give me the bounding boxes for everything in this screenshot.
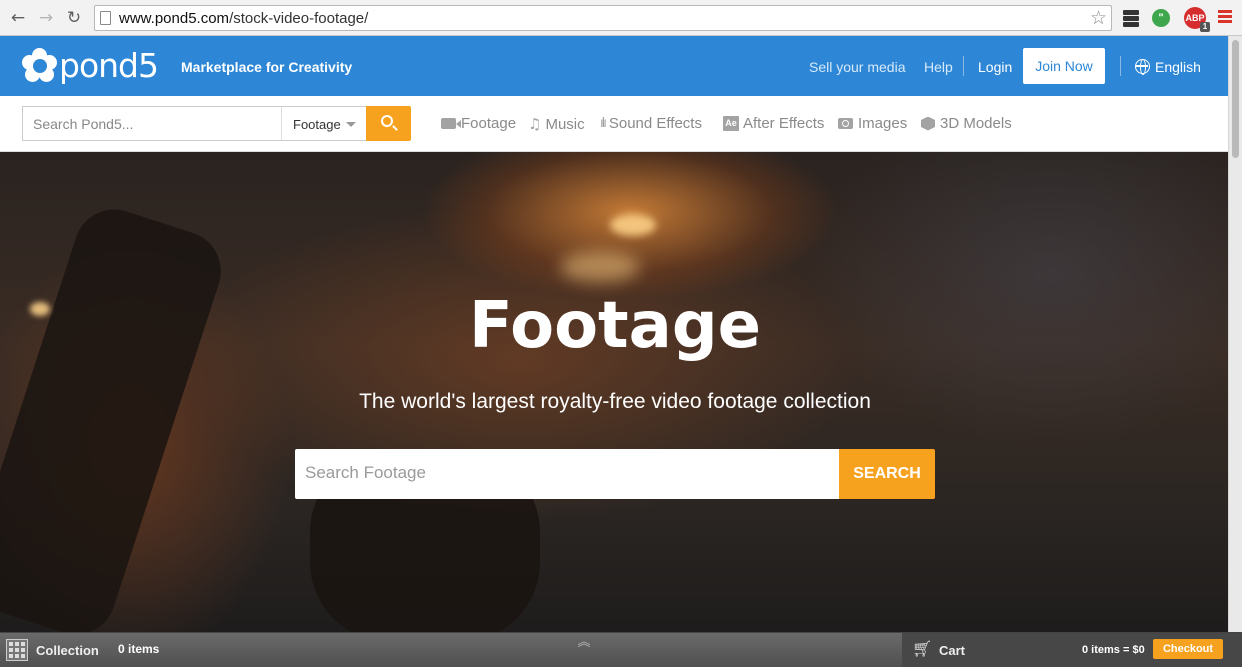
sell-your-media-link[interactable]: Sell your media xyxy=(809,59,906,75)
back-button[interactable]: ← xyxy=(8,8,28,28)
category-nav: Search Pond5... Footage Footage ♫ Music … xyxy=(0,96,1228,152)
site-search: Search Pond5... Footage xyxy=(22,106,368,141)
header-divider xyxy=(963,56,964,76)
cube-icon xyxy=(921,116,935,131)
hero-subtitle: The world's largest royalty-free video f… xyxy=(359,390,871,413)
search-icon xyxy=(381,115,393,127)
page-icon xyxy=(100,11,111,25)
nav-footage[interactable]: Footage xyxy=(441,115,516,132)
language-selector[interactable]: English xyxy=(1155,59,1201,75)
nav-music[interactable]: ♫ Music xyxy=(528,115,585,133)
adblock-count-badge: 1 xyxy=(1200,22,1210,32)
nav-sound-effects[interactable]: ılı Sound Effects xyxy=(600,115,702,132)
collection-count: 0 items xyxy=(118,642,160,656)
collection-label[interactable]: Collection xyxy=(36,643,99,658)
pond5-logo[interactable]: pond5 xyxy=(22,46,159,85)
nav-images[interactable]: Images xyxy=(838,115,907,132)
tagline: Marketplace for Creativity xyxy=(181,59,353,75)
logo-wordmark: pond5 xyxy=(59,46,159,85)
search-input[interactable]: Search Pond5... xyxy=(33,116,133,132)
url-text[interactable]: www.pond5.com/stock-video-footage/ xyxy=(119,10,368,27)
footage-search-input[interactable]: Search Footage xyxy=(295,449,839,499)
music-note-icon: ♫ xyxy=(528,115,542,133)
hero-background-figure xyxy=(0,199,232,632)
hero-banner: Footage The world's largest royalty-free… xyxy=(0,152,1228,632)
header-divider xyxy=(1120,56,1121,76)
sound-wave-icon: ılı xyxy=(600,116,607,131)
help-link[interactable]: Help xyxy=(924,59,953,75)
after-effects-icon: Ae xyxy=(723,116,739,131)
address-bar[interactable]: www.pond5.com/stock-video-footage/ ☆ xyxy=(94,5,1112,31)
expand-up-icon[interactable]: ︽ xyxy=(576,636,592,655)
camera-icon xyxy=(838,118,853,129)
hero-title: Footage xyxy=(468,289,762,363)
join-now-button[interactable]: Join Now xyxy=(1023,48,1105,84)
footage-search-button[interactable]: SEARCH xyxy=(839,449,935,499)
chevron-down-icon xyxy=(346,122,356,127)
hero-spark xyxy=(610,214,656,236)
nav-3d-models[interactable]: 3D Models xyxy=(921,115,1012,132)
flower-logo-icon xyxy=(22,48,58,84)
scrollbar-thumb[interactable] xyxy=(1232,40,1239,158)
hangouts-extension-icon[interactable]: " xyxy=(1152,9,1170,27)
video-camera-icon xyxy=(441,118,461,129)
login-link[interactable]: Login xyxy=(978,59,1012,75)
bookmark-star-icon[interactable]: ☆ xyxy=(1090,7,1107,29)
browser-toolbar: ← → ↻ www.pond5.com/stock-video-footage/… xyxy=(0,0,1242,36)
page-scrollbar[interactable] xyxy=(1228,36,1242,632)
adblock-plus-icon[interactable]: ABP 1 xyxy=(1184,7,1210,32)
layers-extension-icon[interactable] xyxy=(1121,8,1141,28)
cart-summary: 0 items = $0 xyxy=(1082,644,1145,656)
forward-button[interactable]: → xyxy=(36,8,56,28)
grid-icon[interactable] xyxy=(6,639,28,661)
browser-menu-icon[interactable] xyxy=(1218,8,1232,28)
globe-icon[interactable] xyxy=(1135,59,1150,75)
hero-spark xyxy=(560,252,640,282)
nav-after-effects[interactable]: Ae After Effects xyxy=(723,115,824,132)
cart-section: 🛒︎ Cart 0 items = $0 Checkout xyxy=(902,633,1242,667)
search-scope-dropdown[interactable]: Footage xyxy=(281,107,367,140)
collection-cart-bar: Collection 0 items ︽ 🛒︎ Cart 0 items = $… xyxy=(0,632,1242,667)
checkout-button[interactable]: Checkout xyxy=(1153,639,1223,659)
search-button[interactable] xyxy=(366,106,411,141)
cart-label[interactable]: Cart xyxy=(939,643,965,658)
shopping-cart-icon[interactable]: 🛒︎ xyxy=(912,641,934,657)
reload-button[interactable]: ↻ xyxy=(64,8,84,28)
site-header: pond5 Marketplace for Creativity Sell yo… xyxy=(0,36,1228,96)
